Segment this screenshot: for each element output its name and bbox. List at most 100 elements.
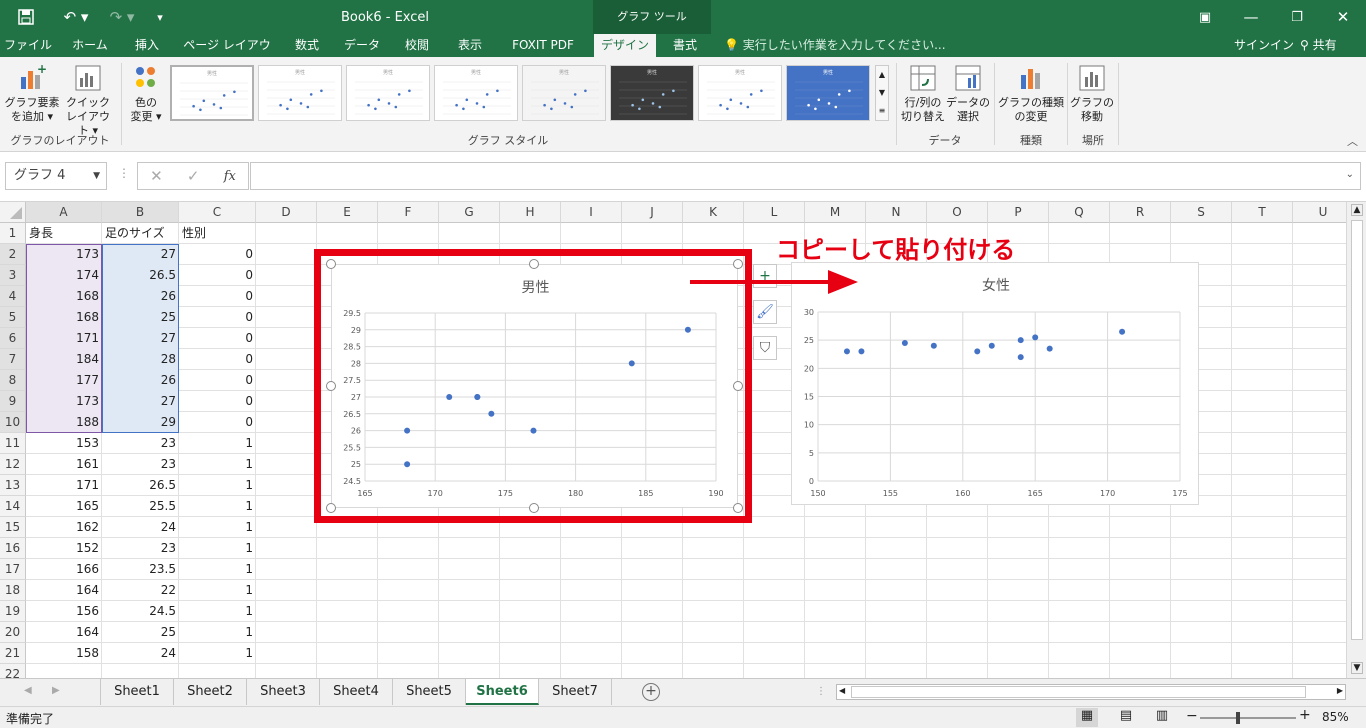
data-cell[interactable]: 0: [179, 412, 256, 433]
data-cell[interactable]: 184: [26, 349, 102, 370]
data-point[interactable]: [988, 342, 995, 349]
data-cell[interactable]: 156: [26, 601, 102, 622]
data-cell[interactable]: 1: [179, 454, 256, 475]
data-point[interactable]: [1046, 345, 1053, 352]
row-header-14[interactable]: 14: [0, 496, 26, 517]
page-layout-view-icon[interactable]: ▤: [1116, 708, 1136, 727]
column-header-R[interactable]: R: [1110, 202, 1171, 223]
chart-filters-button[interactable]: ⛉: [753, 336, 777, 360]
horizontal-scroll-thumb[interactable]: [851, 686, 1306, 698]
resize-handle[interactable]: [529, 259, 539, 269]
data-cell[interactable]: 174: [26, 265, 102, 286]
data-cell[interactable]: 27: [102, 328, 179, 349]
data-cell[interactable]: 0: [179, 307, 256, 328]
data-cell[interactable]: 0: [179, 391, 256, 412]
change-colors-button[interactable]: 色の 変更 ▾: [124, 63, 168, 124]
data-point[interactable]: [1032, 334, 1039, 341]
sheet-next-icon[interactable]: ▶: [52, 685, 60, 696]
resize-handle[interactable]: [733, 259, 743, 269]
data-cell[interactable]: 173: [26, 244, 102, 265]
data-cell[interactable]: 171: [26, 475, 102, 496]
cancel-icon[interactable]: ✕: [150, 167, 163, 185]
sheet-tab-sheet1[interactable]: Sheet1: [101, 679, 174, 705]
name-box-dropdown-icon[interactable]: ▼: [93, 163, 100, 189]
column-header-N[interactable]: N: [866, 202, 927, 223]
tab-file[interactable]: ファイル: [2, 34, 54, 57]
column-header-B[interactable]: B: [102, 202, 179, 223]
zoom-out-icon[interactable]: −: [1186, 708, 1198, 724]
data-cell[interactable]: 1: [179, 580, 256, 601]
data-point[interactable]: [1017, 354, 1024, 361]
tab-home[interactable]: ホーム: [64, 34, 116, 57]
sheet-tab-sheet6[interactable]: Sheet6: [466, 679, 539, 705]
row-header-4[interactable]: 4: [0, 286, 26, 307]
share-button[interactable]: ⚲ 共有: [1300, 34, 1337, 57]
header-cell[interactable]: 身長: [26, 223, 102, 244]
scroll-right-icon[interactable]: ▶: [1337, 686, 1343, 695]
worksheet-grid[interactable]: A B C D E F G H I J K L M N O P Q R S T U 1 身長 足のサイズ 性別 2 173 27 0 3 1…: [0, 202, 1346, 678]
data-cell[interactable]: 1: [179, 475, 256, 496]
tab-data[interactable]: データ: [338, 34, 386, 57]
column-header-A[interactable]: A: [26, 202, 102, 223]
data-cell[interactable]: 27: [102, 244, 179, 265]
data-cell[interactable]: 164: [26, 622, 102, 643]
chart-style-3[interactable]: 男性: [346, 65, 430, 121]
data-cell[interactable]: 26: [102, 286, 179, 307]
data-cell[interactable]: 177: [26, 370, 102, 391]
data-cell[interactable]: 28: [102, 349, 179, 370]
data-cell[interactable]: 25: [102, 622, 179, 643]
column-header-E[interactable]: E: [317, 202, 378, 223]
data-point[interactable]: [1017, 337, 1024, 344]
data-point[interactable]: [488, 410, 495, 417]
header-cell[interactable]: 足のサイズ: [102, 223, 179, 244]
data-cell[interactable]: 22: [102, 580, 179, 601]
select-data-button[interactable]: データの 選択: [946, 63, 990, 124]
row-header-22[interactable]: 22: [0, 664, 26, 678]
data-cell[interactable]: 24: [102, 517, 179, 538]
header-cell[interactable]: 性別: [179, 223, 256, 244]
data-cell[interactable]: 153: [26, 433, 102, 454]
gallery-scroll[interactable]: ▲ ▼ ≡: [875, 65, 889, 121]
data-point[interactable]: [858, 348, 865, 355]
collapse-ribbon-icon[interactable]: ︿: [1347, 133, 1358, 149]
data-cell[interactable]: 1: [179, 601, 256, 622]
column-header-T[interactable]: T: [1232, 202, 1293, 223]
minimize-icon[interactable]: —: [1234, 0, 1268, 34]
column-header-O[interactable]: O: [927, 202, 988, 223]
data-cell[interactable]: 26.5: [102, 265, 179, 286]
row-header-19[interactable]: 19: [0, 601, 26, 622]
normal-view-icon[interactable]: ▦: [1076, 708, 1098, 727]
row-header-2[interactable]: 2: [0, 244, 26, 265]
data-cell[interactable]: 23.5: [102, 559, 179, 580]
data-cell[interactable]: 1: [179, 622, 256, 643]
column-header-F[interactable]: F: [378, 202, 439, 223]
chart-male[interactable]: 男性 24.5 25 25.5 26 26.5 27 27.5 28 28.5 29 29.5 165 1…: [331, 264, 738, 508]
scatter-plot-1[interactable]: 男性 24.5 25 25.5 26 26.5 27 27.5 28 28.5 29 29.5 165 1…: [332, 265, 739, 509]
column-header-H[interactable]: H: [500, 202, 561, 223]
data-point[interactable]: [974, 348, 981, 355]
chart-style-4[interactable]: 男性: [434, 65, 518, 121]
row-header-10[interactable]: 10: [0, 412, 26, 433]
tab-view[interactable]: 表示: [448, 34, 492, 57]
column-header-S[interactable]: S: [1171, 202, 1232, 223]
column-header-K[interactable]: K: [683, 202, 744, 223]
resize-handle[interactable]: [326, 503, 336, 513]
scroll-up-icon[interactable]: ▲: [1351, 204, 1363, 216]
chart-style-6[interactable]: 男性: [610, 65, 694, 121]
column-header-G[interactable]: G: [439, 202, 500, 223]
customize-qat-icon[interactable]: ▾: [148, 0, 172, 34]
row-header-16[interactable]: 16: [0, 538, 26, 559]
column-header-U[interactable]: U: [1293, 202, 1346, 223]
zoom-slider[interactable]: [1200, 712, 1296, 724]
data-cell[interactable]: 0: [179, 265, 256, 286]
sheet-tab-sheet5[interactable]: Sheet5: [393, 679, 466, 705]
data-cell[interactable]: 188: [26, 412, 102, 433]
data-cell[interactable]: 26.5: [102, 475, 179, 496]
row-header-11[interactable]: 11: [0, 433, 26, 454]
data-cell[interactable]: 1: [179, 559, 256, 580]
quick-layout-button[interactable]: クイック レイアウト ▾: [62, 63, 114, 138]
scroll-left-icon[interactable]: ◀: [839, 686, 845, 695]
data-point[interactable]: [1119, 328, 1126, 335]
tab-splitter-icon[interactable]: ⋮: [816, 686, 826, 697]
data-cell[interactable]: 25.5: [102, 496, 179, 517]
